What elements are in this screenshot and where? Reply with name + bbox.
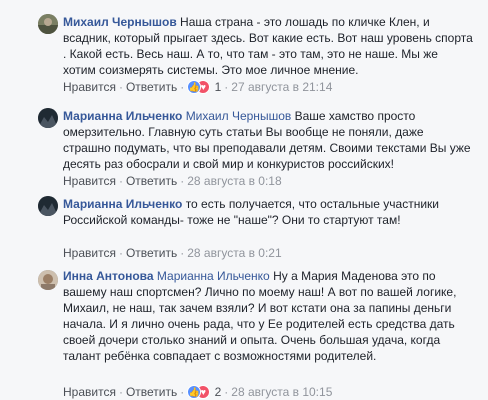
separator: · — [224, 385, 229, 399]
reaction-count[interactable]: 2 — [215, 385, 222, 399]
comment-4: Инна Антонова Марианна Ильченко Ну а Мар… — [0, 266, 488, 400]
comment-body: Инна Антонова Марианна Ильченко Ну а Мар… — [63, 268, 473, 364]
comment-timestamp[interactable]: 27 августа в 21:14 — [231, 80, 332, 94]
comment-3: Марианна Ильченко то есть получается, чт… — [0, 196, 488, 260]
avatar-photo-icon — [38, 14, 58, 34]
avatar-photo-icon — [38, 196, 58, 216]
comment-actions: Нравится · Ответить · 👍 ♥ 2 · 28 августа в 10:1… — [63, 384, 332, 400]
separator: · — [180, 385, 185, 399]
reactions-button[interactable]: 👍 ♥ — [187, 385, 211, 399]
comment-actions: Нравится · Ответить · 28 августа в 0:21 — [63, 245, 282, 261]
like-link[interactable]: Нравится — [63, 174, 116, 188]
separator: · — [180, 246, 185, 260]
comment-body: Марианна Ильченко то есть получается, чт… — [63, 196, 473, 228]
separator: · — [180, 80, 185, 94]
avatar-photo-icon — [38, 270, 58, 290]
comment-timestamp[interactable]: 28 августа в 0:18 — [187, 174, 281, 188]
separator: · — [118, 385, 123, 399]
avatar[interactable] — [38, 196, 58, 216]
avatar[interactable] — [38, 270, 58, 290]
mention-link[interactable]: Марианна Ильченко — [157, 269, 270, 283]
reactions-button[interactable]: 👍 ♥ — [187, 80, 211, 94]
like-link[interactable]: Нравится — [63, 80, 116, 94]
reply-link[interactable]: Ответить — [126, 246, 177, 260]
comment-author-link[interactable]: Марианна Ильченко — [63, 197, 182, 211]
avatar-photo-icon — [38, 108, 58, 128]
reaction-count[interactable]: 1 — [215, 80, 222, 94]
comment-1: Михаил Чернышов Наша страна - это лошадь… — [0, 0, 488, 96]
comment-author-link[interactable]: Марианна Ильченко — [63, 109, 182, 123]
comment-author-link[interactable]: Михаил Чернышов — [63, 15, 177, 29]
comment-timestamp[interactable]: 28 августа в 0:21 — [187, 246, 281, 260]
avatar[interactable] — [38, 14, 58, 34]
reply-link[interactable]: Ответить — [126, 80, 177, 94]
comment-body: Марианна Ильченко Михаил Чернышов Ваше х… — [63, 108, 473, 172]
separator: · — [118, 80, 123, 94]
reply-link[interactable]: Ответить — [126, 385, 177, 399]
separator: · — [118, 174, 123, 188]
like-link[interactable]: Нравится — [63, 385, 116, 399]
mention-link[interactable]: Михаил Чернышов — [186, 109, 292, 123]
avatar[interactable] — [38, 108, 58, 128]
comment-timestamp[interactable]: 28 августа в 10:15 — [231, 385, 332, 399]
separator: · — [224, 80, 229, 94]
comment-body: Михаил Чернышов Наша страна - это лошадь… — [63, 14, 473, 78]
separator: · — [118, 246, 123, 260]
separator: · — [180, 174, 185, 188]
reply-link[interactable]: Ответить — [126, 174, 177, 188]
comment-2: Марианна Ильченко Михаил Чернышов Ваше х… — [0, 96, 488, 196]
comment-text: Ну а Мария Маденова это по вашему наш сп… — [63, 269, 457, 363]
comment-actions: Нравится · Ответить · 28 августа в 0:18 — [63, 173, 282, 189]
comment-author-link[interactable]: Инна Антонова — [63, 269, 154, 283]
comment-actions: Нравится · Ответить · 👍 ♥ 1 · 27 августа в 21:1… — [63, 79, 332, 95]
like-link[interactable]: Нравится — [63, 246, 116, 260]
